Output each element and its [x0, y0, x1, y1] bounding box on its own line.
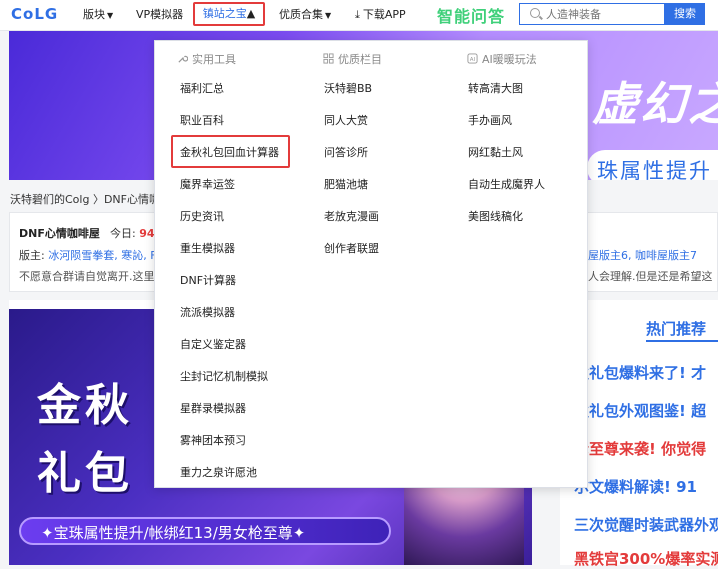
menu-item-generate-demon[interactable]: 自动生成魔界人: [468, 177, 545, 193]
menu-item-lucky-draw[interactable]: 魔界幸运签: [180, 177, 235, 193]
menu-item-custom-appraiser[interactable]: 自定义鉴定器: [180, 337, 246, 353]
menu-item-hd-image[interactable]: 转高清大图: [468, 81, 523, 97]
banner-pill-text: 珠属性提升: [597, 159, 712, 180]
moderators-right[interactable]: 屋版主6, 咖啡屋版主7: [588, 247, 697, 263]
promo-line-1: 金秋: [37, 380, 133, 431]
column-header-columns: 优质栏目: [323, 51, 382, 67]
nav-treasures[interactable]: 镇站之宝▲: [193, 2, 265, 26]
menu-item-build-sim[interactable]: 流派模拟器: [180, 305, 235, 321]
hot-link[interactable]: 枪至尊来袭! 你觉得: [574, 438, 706, 459]
promo-ribbon-text: ✦宝珠属性提升/帐绑红13/男女枪至尊✦: [41, 524, 306, 542]
search-icon: [530, 8, 540, 18]
svg-text:AI: AI: [470, 57, 476, 63]
title-underline: [646, 340, 718, 342]
forum-description: 不愿意合群请自觉离开.这里: [19, 270, 155, 283]
search-box: [519, 3, 665, 25]
promo-line-2: 礼包: [37, 448, 133, 499]
menu-item-welfare[interactable]: 福利汇总: [180, 81, 224, 97]
menu-item-fat-cat-pond[interactable]: 肥猫池塘: [324, 177, 368, 193]
site-logo[interactable]: CoLG: [11, 5, 58, 23]
search-input[interactable]: [546, 6, 661, 22]
hot-link[interactable]: 秋礼包爆料来了! 才: [574, 362, 706, 383]
menu-item-line-art[interactable]: 美图线稿化: [468, 209, 523, 225]
menu-item-comics[interactable]: 老放克漫画: [324, 209, 379, 225]
menu-item-qa-clinic[interactable]: 问答诊所: [324, 145, 368, 161]
forum-description-right: 人会理解.但是还是希望这: [588, 270, 713, 283]
treasures-dropdown: 实用工具 优质栏目 AI AI暖暖玩法 福利汇总 职业百科 金秋礼包回血计算器 魔…: [154, 40, 588, 488]
hot-link[interactable]: 秋礼包外观图鉴! 超: [574, 400, 706, 421]
menu-item-fan-art[interactable]: 同人大赏: [324, 113, 368, 129]
menu-item-dnf-calculator[interactable]: DNF计算器: [180, 273, 236, 289]
chevron-up-icon: ▲: [246, 7, 256, 20]
menu-item-bb[interactable]: 沃特碧BB: [324, 81, 372, 97]
ai-icon: AI: [467, 53, 478, 64]
menu-item-class-wiki[interactable]: 职业百科: [180, 113, 224, 129]
column-header-label: 优质栏目: [338, 53, 382, 66]
menu-item-figure-style[interactable]: 手办画风: [468, 113, 512, 129]
promo-ribbon: ✦宝珠属性提升/帐绑红13/男女枪至尊✦: [19, 517, 391, 545]
nav-boards-label: 版块: [83, 8, 105, 21]
download-icon: ⤓: [355, 8, 360, 21]
chevron-down-icon: ▼: [325, 11, 332, 20]
column-header-ai: AI AI暖暖玩法: [467, 51, 537, 67]
moderators: 版主: 冰河陨雪拳套, 寒訫, F: [19, 247, 157, 263]
grid-icon: [323, 53, 334, 64]
menu-item-rebirth-sim[interactable]: 重生模拟器: [180, 241, 235, 257]
menu-item-autumn-calculator[interactable]: 金秋礼包回血计算器: [180, 145, 279, 161]
smart-qa-logo[interactable]: 智能问答: [437, 3, 505, 27]
breadcrumb[interactable]: 沃特碧们的Colg 〉DNF心情咖: [10, 191, 160, 207]
mods-label: 版主:: [19, 249, 45, 262]
hot-link[interactable]: 尔文爆料解读! 91: [574, 476, 697, 497]
nav-download-label: 下载APP: [362, 8, 406, 21]
column-header-label: 实用工具: [192, 53, 236, 66]
nav-download-app[interactable]: ⤓ 下载APP: [355, 0, 406, 30]
menu-item-star-sim[interactable]: 星群录模拟器: [180, 401, 246, 417]
nav-collections[interactable]: 优质合集 ▼: [279, 0, 331, 30]
today-label: 今日:: [110, 227, 136, 240]
menu-item-history-news[interactable]: 历史资讯: [180, 209, 224, 225]
chevron-down-icon: ▼: [107, 11, 114, 20]
menu-item-creator-union[interactable]: 创作者联盟: [324, 241, 379, 257]
column-header-label: AI暖暖玩法: [482, 53, 537, 66]
hot-link[interactable]: 黑铁宫300%爆率实测: [574, 548, 718, 569]
menu-item-memory-sim[interactable]: 尘封记忆机制模拟: [180, 369, 268, 385]
column-header-tools: 实用工具: [177, 51, 236, 67]
banner-pill: 珠属性提升: [587, 150, 718, 180]
menu-item-wish-pool[interactable]: 重力之泉许愿池: [180, 465, 257, 481]
top-navigation: CoLG 版块▼ VP模拟器 镇站之宝▲ 优质合集▼ ⤓下载APP 智能问答 搜…: [0, 0, 718, 31]
moderator-links[interactable]: 冰河陨雪拳套, 寒訫, F: [48, 249, 156, 262]
wrench-icon: [178, 55, 188, 63]
nav-boards[interactable]: 版块 ▼: [83, 0, 113, 30]
forum-name: DNF心情咖啡屋: [19, 227, 100, 240]
nav-vp-label: VP模拟器: [136, 8, 184, 21]
nav-collections-label: 优质合集: [279, 8, 323, 21]
search-button[interactable]: 搜索: [665, 3, 705, 25]
nav-treasures-label: 镇站之宝: [202, 7, 247, 20]
menu-item-clay-style[interactable]: 网红黏土风: [468, 145, 523, 161]
menu-item-raid-preview[interactable]: 雾神团本预习: [180, 433, 246, 449]
nav-vp-simulator[interactable]: VP模拟器: [136, 0, 183, 30]
banner-headline: 虚幻之: [592, 77, 718, 131]
hot-recommend-title: 热门推荐: [646, 320, 707, 338]
hot-link[interactable]: 三次觉醒时装武器外观: [574, 514, 718, 535]
